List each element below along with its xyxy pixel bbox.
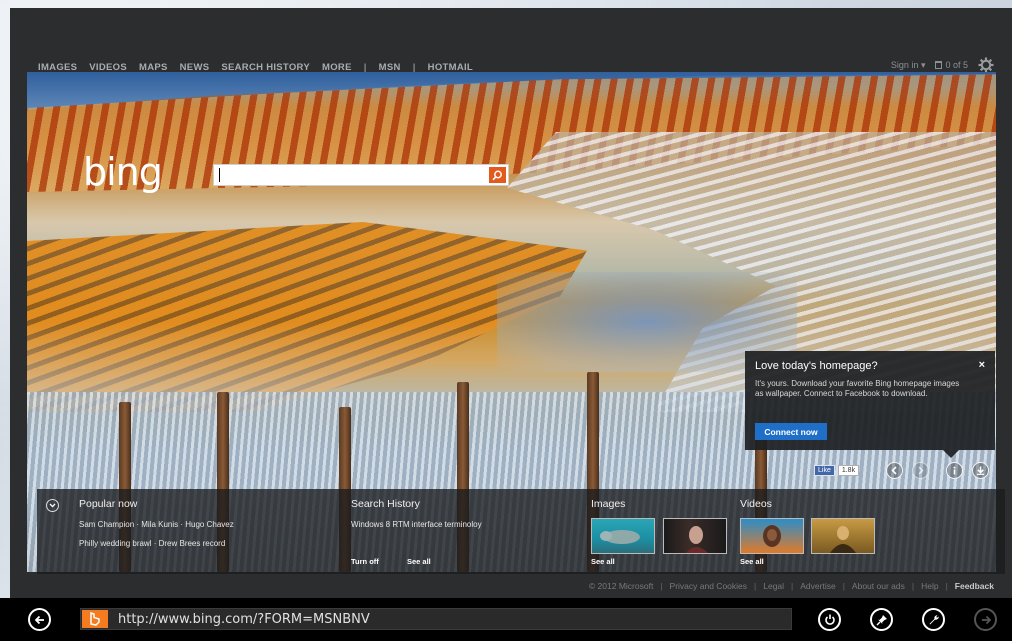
image-info-button[interactable] xyxy=(946,462,963,479)
refresh-icon xyxy=(824,614,835,625)
info-icon xyxy=(953,466,956,475)
nav-separator: | xyxy=(363,61,367,73)
counter-text: 0 of 5 xyxy=(945,60,968,70)
nav-msn[interactable]: MSN xyxy=(379,62,401,73)
download-image-button[interactable] xyxy=(972,462,989,479)
search-icon xyxy=(492,170,502,180)
search-history-title: Search History xyxy=(351,498,420,510)
copyright: © 2012 Microsoft xyxy=(588,581,654,591)
footer-help-link[interactable]: Help xyxy=(921,581,938,591)
footer-separator: | xyxy=(754,581,757,591)
manatee-icon xyxy=(600,530,640,544)
counter-icon xyxy=(935,61,943,69)
signin-link[interactable]: Sign in ▾ xyxy=(891,60,926,71)
chevron-down-icon xyxy=(49,503,56,508)
facebook-like-count: 1.8k xyxy=(837,464,860,476)
image-thumbnail-portrait[interactable] xyxy=(663,518,727,554)
text-caret xyxy=(219,168,220,182)
search-box xyxy=(213,164,509,186)
nav-separator: | xyxy=(412,61,416,73)
footer-advertise-link[interactable]: Advertise xyxy=(800,581,835,591)
close-icon[interactable]: × xyxy=(979,359,985,371)
nav-more[interactable]: MORE xyxy=(322,62,352,73)
footer-about-ads-link[interactable]: About our ads xyxy=(852,581,905,591)
forward-button[interactable] xyxy=(974,608,997,631)
rewards-counter[interactable]: 0 of 5 xyxy=(935,60,968,70)
search-input[interactable] xyxy=(216,166,492,184)
footer-legal-link[interactable]: Legal xyxy=(763,581,784,591)
bing-favicon-icon xyxy=(82,610,108,628)
videos-title: Videos xyxy=(740,498,772,510)
popup-title: Love today's homepage? xyxy=(755,360,878,372)
nav-hotmail[interactable]: HOTMAIL xyxy=(428,62,473,73)
previous-image-button[interactable] xyxy=(886,462,903,479)
bing-b-icon xyxy=(90,612,100,626)
portrait-icon xyxy=(686,526,708,553)
pin-button[interactable] xyxy=(870,608,893,631)
person-icon xyxy=(763,525,781,547)
nav-images[interactable]: IMAGES xyxy=(38,62,77,73)
bing-logo: bing xyxy=(83,150,163,194)
search-button[interactable] xyxy=(489,167,506,183)
images-see-all-link[interactable]: See all xyxy=(591,557,615,566)
page-tools-button[interactable] xyxy=(922,608,945,631)
wallpaper-promo-popup: Love today's homepage? × It's yours. Dow… xyxy=(745,351,995,458)
footer-privacy-link[interactable]: Privacy and Cookies xyxy=(670,581,747,591)
image-thumbnail-manatee[interactable] xyxy=(591,518,655,554)
download-icon xyxy=(977,466,984,475)
refresh-button[interactable] xyxy=(818,608,841,631)
painting-icon xyxy=(830,526,856,553)
arrow-right-icon xyxy=(981,615,991,624)
info-strip: Popular now Sam Champion · Mila Kunis · … xyxy=(37,489,1005,574)
chevron-right-icon xyxy=(918,466,924,475)
pin-icon xyxy=(876,614,887,625)
nav-news[interactable]: NEWS xyxy=(180,62,210,73)
browser-app-bar: http://www.bing.com/?FORM=MSNBNV xyxy=(0,598,1012,641)
history-turn-off-link[interactable]: Turn off xyxy=(351,557,379,566)
nav-maps[interactable]: MAPS xyxy=(139,62,168,73)
footer-separator: | xyxy=(945,581,948,591)
footer-separator: | xyxy=(660,581,663,591)
arrow-left-icon xyxy=(34,615,44,624)
url-text[interactable]: http://www.bing.com/?FORM=MSNBNV xyxy=(118,612,370,627)
nav-videos[interactable]: VIDEOS xyxy=(89,62,127,73)
nav-search-history[interactable]: SEARCH HISTORY xyxy=(221,62,310,73)
popular-now-line-2[interactable]: Philly wedding brawl · Drew Brees record xyxy=(79,539,225,548)
popup-body: It's yours. Download your favorite Bing … xyxy=(755,379,960,398)
video-thumbnail-mona-lisa[interactable] xyxy=(811,518,875,554)
connect-now-button[interactable]: Connect now xyxy=(755,423,827,440)
video-thumbnail-1[interactable] xyxy=(740,518,804,554)
footer-separator: | xyxy=(842,581,845,591)
next-image-button[interactable] xyxy=(912,462,929,479)
footer: © 2012 Microsoft | Privacy and Cookies |… xyxy=(589,580,994,592)
wrench-icon xyxy=(929,614,939,624)
facebook-like: Like 1.8k xyxy=(814,464,860,476)
images-title: Images xyxy=(591,498,626,510)
popular-now-line-1[interactable]: Sam Champion · Mila Kunis · Hugo Chavez xyxy=(79,520,234,529)
videos-see-all-link[interactable]: See all xyxy=(740,557,764,566)
chevron-left-icon xyxy=(891,466,897,475)
collapse-strip-button[interactable] xyxy=(46,499,59,512)
popular-now-title: Popular now xyxy=(79,498,138,510)
address-bar[interactable]: http://www.bing.com/?FORM=MSNBNV xyxy=(80,608,792,630)
search-history-item[interactable]: Windows 8 RTM interface terminoloy xyxy=(351,520,482,529)
back-button[interactable] xyxy=(28,608,51,631)
gear-icon[interactable] xyxy=(978,57,994,73)
footer-feedback-link[interactable]: Feedback xyxy=(955,581,994,591)
footer-separator: | xyxy=(791,581,794,591)
facebook-like-button[interactable]: Like xyxy=(814,464,835,476)
history-see-all-link[interactable]: See all xyxy=(407,557,431,566)
footer-separator: | xyxy=(911,581,915,591)
